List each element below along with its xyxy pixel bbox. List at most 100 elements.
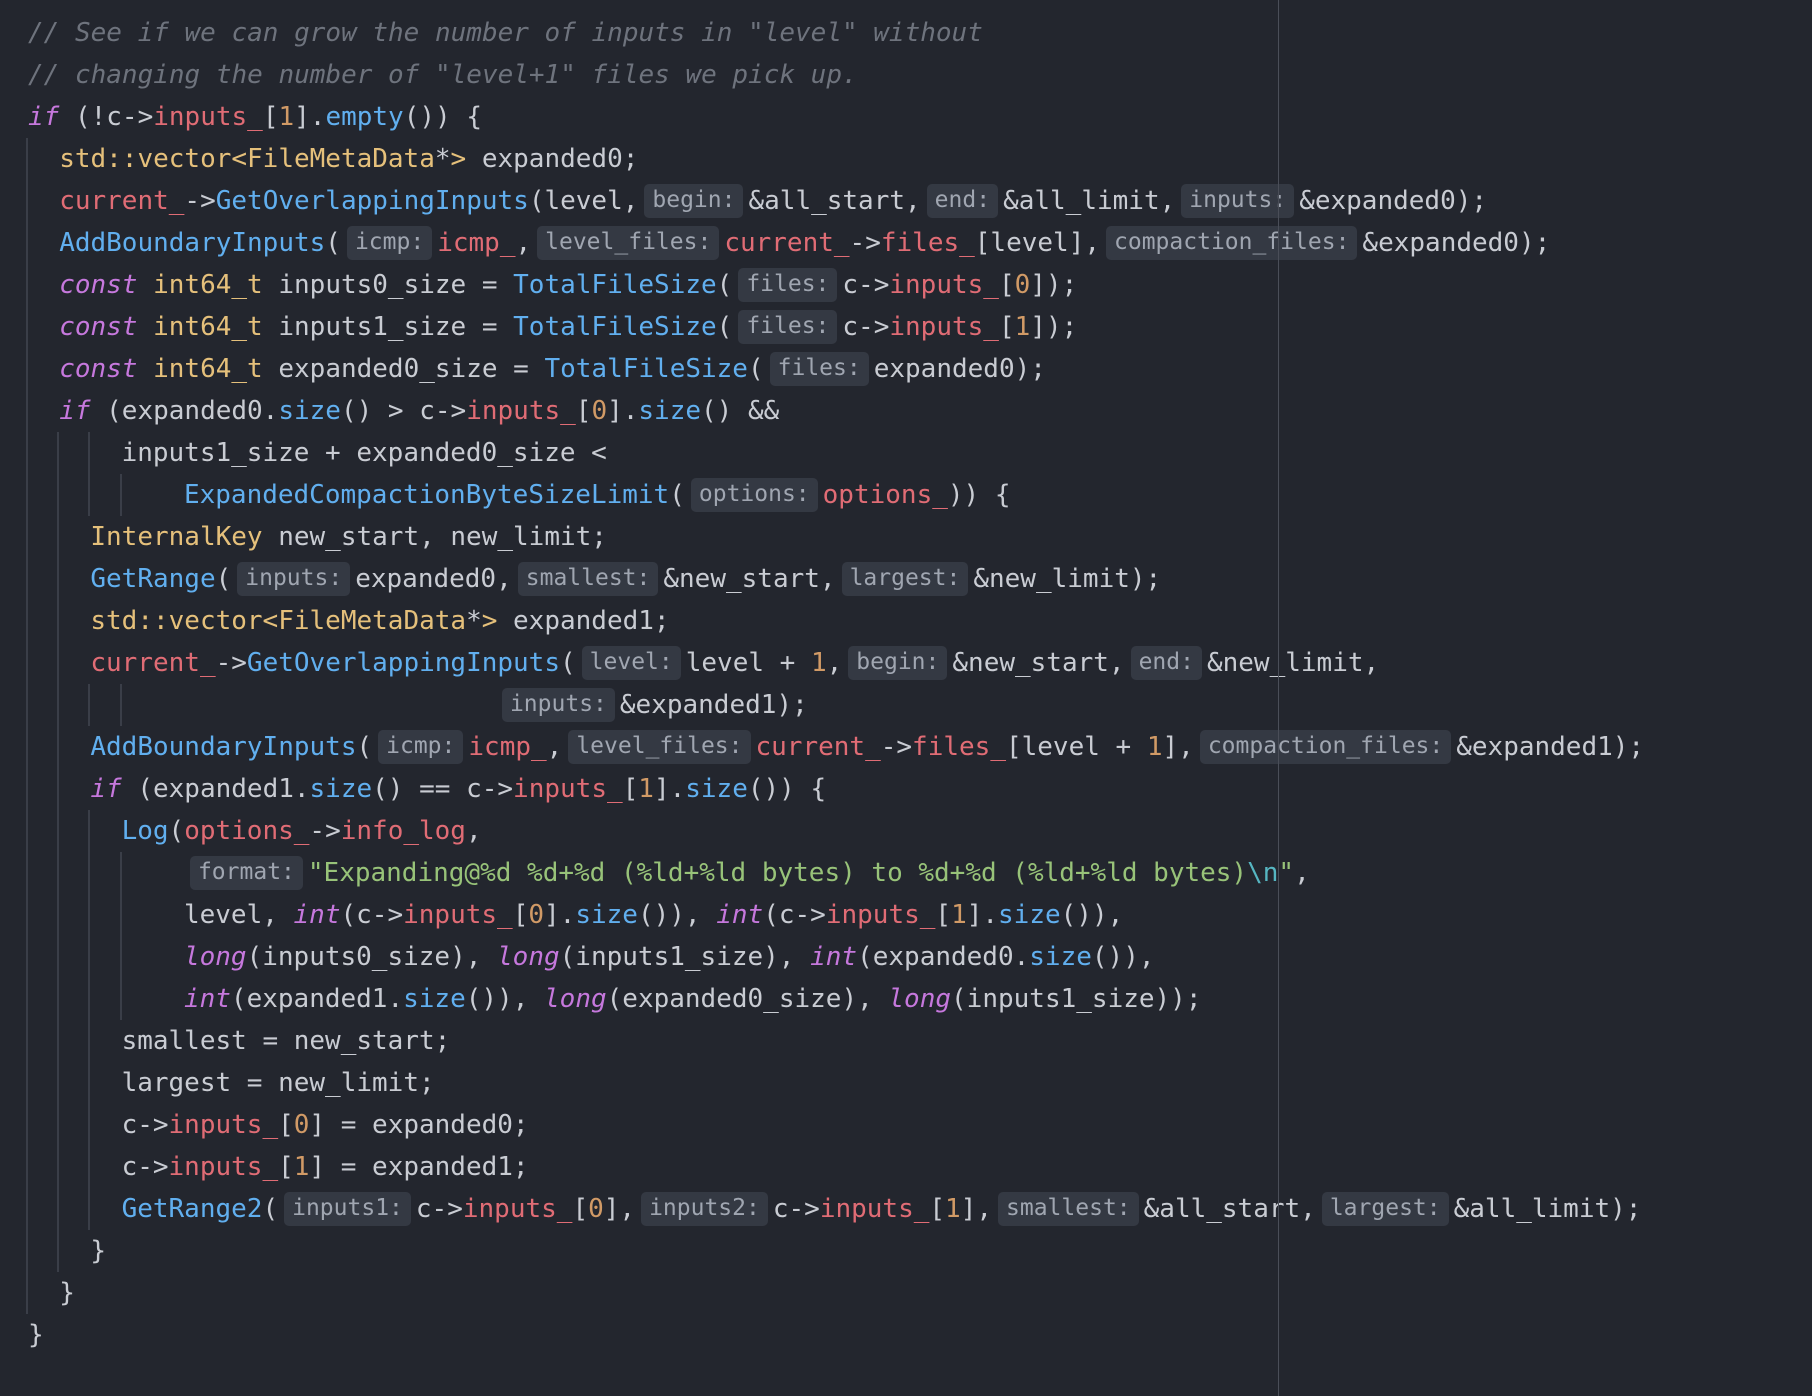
indent-guide	[119, 978, 184, 1020]
inlay-parameter-hint: inputs2:	[641, 1192, 768, 1226]
code-line[interactable]: AddBoundaryInputs(icmp: icmp_, level_files…	[25, 222, 1644, 264]
code-token: ()),	[1060, 900, 1124, 930]
indent-guide	[57, 1062, 90, 1104]
code-line[interactable]: int(expanded1.size()), long(expanded0_si…	[25, 978, 1644, 1020]
code-line[interactable]: }	[28, 1314, 1644, 1356]
code-line[interactable]: const int64_t inputs1_size = TotalFileSi…	[25, 306, 1644, 348]
code-line[interactable]: if (expanded0.size() > c->inputs_[0].siz…	[25, 390, 1644, 432]
code-token: const	[59, 312, 138, 342]
code-line[interactable]: std::vector<FileMetaData*> expanded1;	[25, 600, 1644, 642]
indent-guide	[25, 1188, 59, 1230]
code-token: (	[560, 648, 576, 678]
inlay-parameter-hint: end:	[926, 184, 999, 218]
indent-guide	[25, 936, 59, 978]
code-line[interactable]: inputs1_size + expanded0_size <	[25, 432, 1644, 474]
code-token: expanded0_size =	[262, 354, 545, 384]
code-line[interactable]: // See if we can grow the number of inpu…	[28, 12, 1644, 54]
code-token: 1	[638, 774, 654, 804]
indent	[88, 432, 121, 474]
code-token: ] = expanded0;	[309, 1110, 529, 1140]
code-line[interactable]: inputs: &expanded1);	[25, 684, 1644, 726]
code-line[interactable]: c->inputs_[0] = expanded0;	[25, 1104, 1644, 1146]
code-token: inputs_	[168, 1152, 279, 1182]
code-line[interactable]: }	[25, 1230, 1644, 1272]
code-token: largest = new_limit;	[121, 1068, 435, 1098]
code-line[interactable]: long(inputs0_size), long(inputs1_size), …	[25, 936, 1644, 978]
inlay-parameter-hint: inputs:	[237, 562, 351, 596]
code-token: "	[1278, 858, 1295, 888]
inlay-parameter-hint: files:	[738, 268, 838, 302]
code-token: ]);	[1030, 270, 1078, 300]
code-token: current_	[724, 228, 850, 258]
inlay-parameter-hint: level_files:	[537, 226, 720, 260]
code-token: info_log	[340, 816, 466, 846]
indent-guide	[57, 474, 90, 516]
code-token: &expanded0);	[1362, 228, 1551, 258]
code-token: size	[403, 984, 466, 1014]
code-line[interactable]: current_->GetOverlappingInputs(level, beg…	[25, 180, 1644, 222]
code-line[interactable]: format: "Expanding@%d %d+%d (%ld+%ld byte…	[25, 852, 1644, 894]
code-line[interactable]: largest = new_limit;	[25, 1062, 1644, 1104]
code-token: std::vector<FileMetaData	[59, 144, 435, 174]
code-token: [	[929, 1194, 946, 1224]
code-line[interactable]: if (expanded1.size() == c->inputs_[1].si…	[25, 768, 1644, 810]
indent-guide	[25, 558, 59, 600]
code-token: c->	[121, 1152, 169, 1182]
code-line[interactable]: // changing the number of "level+1" file…	[28, 54, 1644, 96]
code-editor[interactable]: // See if we can grow the number of inpu…	[0, 0, 1812, 1396]
code-line[interactable]: smallest = new_start;	[25, 1020, 1644, 1062]
code-token: TotalFileSize	[544, 354, 748, 384]
code-token: ,	[1294, 858, 1310, 888]
code-token: // changing the number of "level+1" file…	[28, 60, 858, 90]
code-token: (expanded0_size),	[606, 984, 889, 1014]
code-token: ],	[603, 1194, 636, 1224]
code-token: files_	[880, 228, 975, 258]
code-token: 0	[591, 396, 608, 426]
code-line[interactable]: InternalKey new_start, new_limit;	[25, 516, 1644, 558]
code-token: Log	[121, 816, 169, 846]
indent-guide	[57, 810, 90, 852]
code-token: options_	[184, 816, 310, 846]
code-token: (expanded0.	[90, 396, 279, 426]
code-line[interactable]: level, int(c->inputs_[0].size()), int(c-…	[25, 894, 1644, 936]
code-line[interactable]: if (!c->inputs_[1].empty()) {	[28, 96, 1644, 138]
code-line[interactable]: const int64_t inputs0_size = TotalFileSi…	[25, 264, 1644, 306]
code-token: current_	[59, 186, 185, 216]
code-token: &expanded0);	[1299, 186, 1488, 216]
indent-guide	[57, 1104, 90, 1146]
code-area[interactable]: // See if we can grow the number of inpu…	[25, 12, 1644, 1356]
code-token: [	[278, 1110, 294, 1140]
code-line[interactable]: c->inputs_[1] = expanded1;	[25, 1146, 1644, 1188]
code-token: [	[935, 900, 952, 930]
code-line[interactable]: AddBoundaryInputs(icmp: icmp_, level_files…	[25, 726, 1644, 768]
code-token: long	[544, 984, 607, 1014]
code-token: (	[168, 816, 185, 846]
code-token: (c->	[763, 900, 826, 930]
code-line[interactable]: std::vector<FileMetaData*> expanded0;	[25, 138, 1644, 180]
code-token: int64_t	[153, 312, 263, 342]
code-line[interactable]: current_->GetOverlappingInputs(level: lev…	[25, 642, 1644, 684]
inlay-parameter-hint: level:	[581, 646, 681, 680]
code-token: ->	[215, 648, 247, 678]
code-token: (	[356, 732, 373, 762]
code-token: (	[325, 228, 341, 258]
indent-guide	[25, 222, 59, 264]
indent-guide	[25, 390, 59, 432]
code-token: int	[183, 984, 231, 1014]
code-line[interactable]: GetRange2(inputs1: c->inputs_[0], inputs2:…	[25, 1188, 1644, 1230]
code-line[interactable]: GetRange(inputs: expanded0, smallest: &new_…	[25, 558, 1644, 600]
code-line[interactable]: Log(options_->info_log,	[25, 810, 1644, 852]
code-line[interactable]: ExpandedCompactionByteSizeLimit(options:…	[25, 474, 1644, 516]
code-token: 1	[945, 1194, 961, 1224]
code-line[interactable]: }	[25, 1272, 1644, 1314]
indent-guide	[57, 726, 90, 768]
code-token: expanded0;	[466, 144, 639, 174]
code-token: &expanded1);	[619, 690, 808, 720]
code-token: current_	[90, 648, 216, 678]
code-token: ],	[960, 1194, 993, 1224]
code-token: &new_start,	[663, 564, 836, 594]
code-token: ].	[653, 774, 686, 804]
code-line[interactable]: const int64_t expanded0_size = TotalFile…	[25, 348, 1644, 390]
